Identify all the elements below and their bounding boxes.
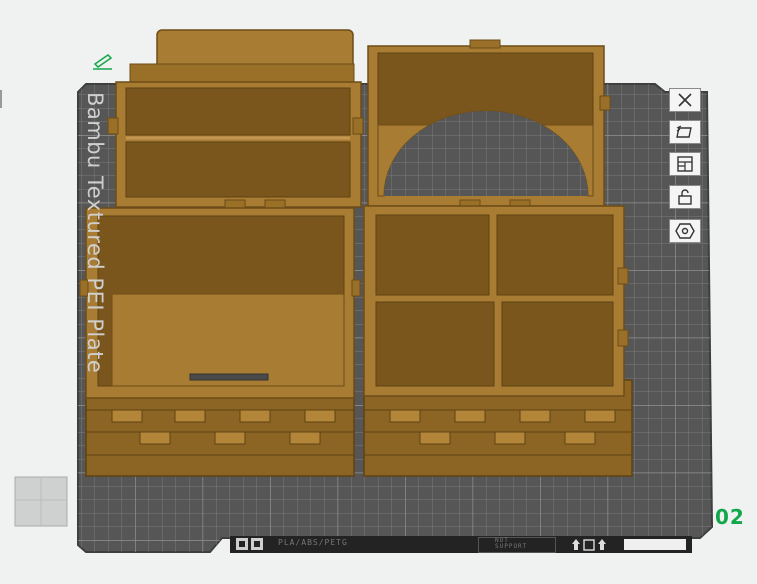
- footer-white-block: [624, 539, 686, 550]
- plate-label: Bambu Textured PEI Plate: [83, 92, 107, 374]
- not-support-box: NOT SUPPORT: [478, 537, 556, 553]
- model-box-top-left[interactable]: [107, 29, 364, 211]
- qr-mark-icon: [236, 538, 263, 550]
- layout-icon[interactable]: [669, 152, 701, 176]
- lock-icon[interactable]: [669, 185, 701, 209]
- model-box-top-right[interactable]: [367, 39, 611, 211]
- settings-hex-icon[interactable]: [669, 219, 701, 243]
- model-box-bottom-left[interactable]: [79, 207, 361, 477]
- close-icon[interactable]: [669, 88, 701, 112]
- filament-types-label: PLA/ABS/PETG: [278, 538, 348, 547]
- plate-number: 02: [715, 505, 745, 529]
- auto-arrange-icon[interactable]: [669, 120, 701, 144]
- build-plate-scene: [0, 29, 714, 553]
- edit-plate-name-icon[interactable]: [93, 54, 113, 70]
- orientation-icons: [572, 539, 606, 551]
- 3d-viewport[interactable]: Bambu Textured PEI Plate 02 PLA/ABS/PETG…: [0, 0, 757, 580]
- model-box-bottom-right[interactable]: [363, 205, 633, 477]
- plate-footer-strip: PLA/ABS/PETG NOT SUPPORT: [230, 536, 692, 553]
